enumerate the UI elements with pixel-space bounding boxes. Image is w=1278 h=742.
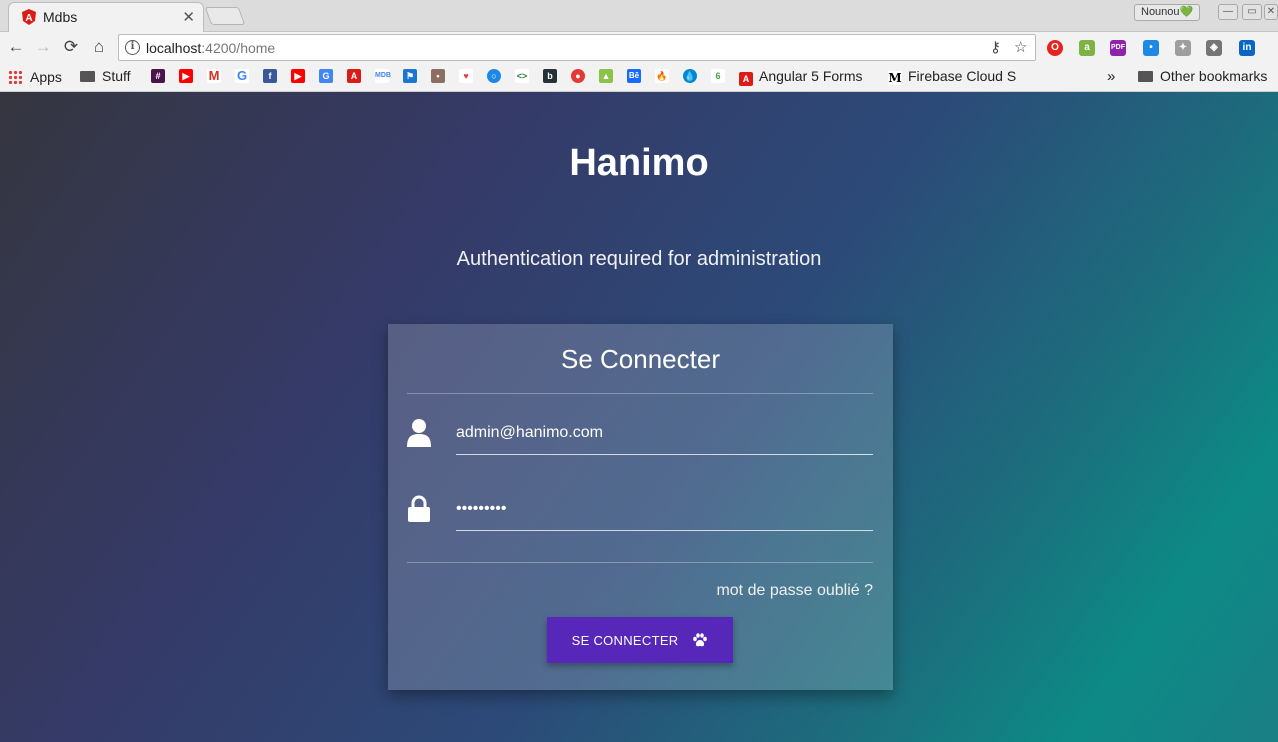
page-subtitle: Authentication required for administrati… bbox=[456, 248, 822, 270]
card-divider-bottom bbox=[407, 562, 873, 563]
chart-bookmark-icon[interactable]: ▲ bbox=[599, 69, 613, 83]
android-icon[interactable]: a bbox=[1079, 40, 1095, 56]
google-icon[interactable]: G bbox=[235, 69, 249, 83]
firebase-icon[interactable]: 🔥 bbox=[655, 69, 669, 83]
circle-icon[interactable]: ○ bbox=[487, 69, 501, 83]
youtube-icon-2[interactable]: ▶ bbox=[291, 69, 305, 83]
forward-icon[interactable]: → bbox=[32, 36, 54, 58]
puzzle-icon[interactable]: ✦ bbox=[1175, 40, 1191, 56]
url-text: localhost:4200/home bbox=[146, 40, 276, 56]
card-title: Se Connecter bbox=[561, 344, 720, 374]
bookmarks-overflow[interactable]: » bbox=[1107, 68, 1115, 86]
avatar-bookmark-icon[interactable]: • bbox=[431, 69, 445, 83]
code-icon[interactable]: <> bbox=[515, 69, 529, 83]
key-icon[interactable]: ⚷ bbox=[990, 38, 1001, 56]
info-icon[interactable]: i bbox=[125, 40, 140, 55]
opera-icon[interactable]: O bbox=[1047, 40, 1063, 56]
extension-icon[interactable]: • bbox=[1143, 40, 1159, 56]
bookmark-angular-forms[interactable]: A Angular 5 Forms bbox=[739, 68, 862, 86]
user-icon bbox=[407, 419, 431, 447]
flag-icon[interactable]: ⚑ bbox=[403, 69, 417, 83]
pocket-icon[interactable]: ♥ bbox=[459, 69, 473, 83]
home-icon[interactable]: ⌂ bbox=[88, 36, 110, 58]
login-button-label: SE CONNECTER bbox=[571, 633, 679, 648]
folder-icon bbox=[80, 71, 95, 82]
gmail-icon[interactable]: M bbox=[207, 69, 221, 83]
medium-icon: M bbox=[888, 71, 902, 85]
behance-icon[interactable]: Bē bbox=[627, 69, 641, 83]
linkedin-icon[interactable]: in bbox=[1239, 40, 1255, 56]
paw-icon bbox=[693, 633, 708, 647]
card-divider-top bbox=[407, 393, 873, 394]
bookmark-firebase[interactable]: M Firebase Cloud S bbox=[888, 68, 1016, 86]
profile-button[interactable]: Nounou💚 bbox=[1134, 4, 1201, 21]
login-button[interactable]: SE CONNECTER bbox=[547, 617, 733, 663]
youtube-icon[interactable]: ▶ bbox=[179, 69, 193, 83]
apps-icon bbox=[8, 70, 22, 84]
email-field[interactable] bbox=[456, 415, 873, 455]
password-input[interactable] bbox=[456, 491, 873, 527]
angular-forms-icon: A bbox=[739, 72, 753, 86]
brand-title: Hanimo bbox=[569, 142, 709, 184]
tab-title: Mdbs bbox=[43, 9, 78, 25]
tab-strip: A Mdbs ✕ Nounou💚 — ▭ ✕ bbox=[0, 0, 1278, 32]
angular-bookmark-icon[interactable]: A bbox=[347, 69, 361, 83]
leaf-icon[interactable]: 6 bbox=[711, 69, 725, 83]
bookmark-folder-stuff[interactable]: Stuff bbox=[80, 68, 131, 86]
shield-icon[interactable]: ◈ bbox=[1206, 40, 1222, 56]
bookmarks-bar: Apps Stuff # ▶ M G f ▶ G A MDB ⚑ • ♥ ○ <… bbox=[0, 62, 1278, 92]
browser-chrome: A Mdbs ✕ Nounou💚 — ▭ ✕ ← → ⟳ ⌂ i localho… bbox=[0, 0, 1278, 92]
address-bar[interactable]: i localhost:4200/home ⚷ ☆ bbox=[118, 34, 1036, 61]
close-window-button[interactable]: ✕ bbox=[1264, 4, 1278, 20]
forgot-password-link[interactable]: mot de passe oublié ? bbox=[716, 582, 873, 600]
new-tab-button[interactable] bbox=[204, 7, 246, 25]
facebook-icon[interactable]: f bbox=[263, 69, 277, 83]
back-icon[interactable]: ← bbox=[5, 36, 27, 58]
svg-text:A: A bbox=[25, 13, 32, 24]
login-page: Hanimo Authentication required for admin… bbox=[0, 92, 1278, 742]
star-icon[interactable]: ☆ bbox=[1014, 38, 1027, 56]
reload-icon[interactable]: ⟳ bbox=[60, 36, 82, 58]
drop-icon[interactable]: 💧 bbox=[683, 69, 697, 83]
email-input[interactable] bbox=[456, 415, 873, 451]
maximize-button[interactable]: ▭ bbox=[1242, 4, 1262, 20]
pdf-icon[interactable]: PDF bbox=[1110, 40, 1126, 56]
angular-icon: A bbox=[22, 9, 36, 25]
close-tab-icon[interactable]: ✕ bbox=[182, 8, 195, 26]
login-card: Se Connecter mot de passe oublié ? SE CO… bbox=[388, 324, 893, 690]
lock-icon bbox=[408, 495, 430, 522]
minimize-button[interactable]: — bbox=[1218, 4, 1238, 20]
bookmark-apps[interactable]: Apps bbox=[8, 68, 62, 86]
tab-mdbs[interactable]: A Mdbs ✕ bbox=[8, 2, 204, 32]
slack-icon[interactable]: # bbox=[151, 69, 165, 83]
record-icon[interactable]: ● bbox=[571, 69, 585, 83]
mdb-icon[interactable]: MDB bbox=[375, 69, 391, 83]
toolbar: ← → ⟳ ⌂ i localhost:4200/home ⚷ ☆ O a PD… bbox=[0, 32, 1278, 62]
translate-icon[interactable]: G bbox=[319, 69, 333, 83]
b-icon[interactable]: b bbox=[543, 69, 557, 83]
bookmark-folder-other[interactable]: Other bookmarks bbox=[1138, 68, 1267, 86]
password-field[interactable] bbox=[456, 491, 873, 531]
folder-icon-other bbox=[1138, 71, 1153, 82]
